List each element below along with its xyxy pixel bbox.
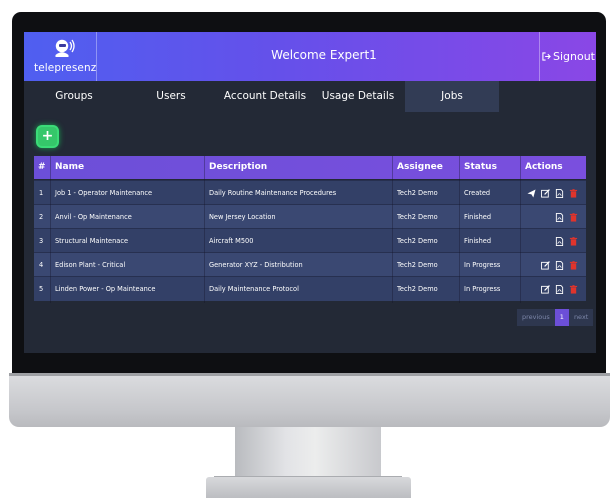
app-header: telepresenz Welcome Expert1 Signout [24, 32, 596, 81]
monitor-stand-base [206, 477, 411, 498]
job-assignee: Tech2 Demo [397, 237, 438, 245]
app-screen: telepresenz Welcome Expert1 Signout Grou… [24, 32, 596, 353]
job-status: Finished [464, 213, 492, 221]
trash-icon[interactable] [569, 236, 578, 246]
edit-icon[interactable] [541, 188, 550, 198]
table-row[interactable]: 3 Structural Maintenace Aircraft M500 Te… [34, 228, 586, 253]
row-number: 3 [39, 237, 44, 245]
column-header-description: Description [209, 162, 268, 172]
signout-button[interactable]: Signout [539, 32, 596, 81]
table-row[interactable]: 5 Linden Power - Op Mainteance Daily Mai… [34, 276, 586, 301]
column-divider [392, 156, 393, 303]
headset-logo-icon [55, 39, 75, 57]
job-assignee: Tech2 Demo [397, 261, 438, 269]
table-row[interactable]: 1 Job 1 - Operator Maintenance Daily Rou… [34, 180, 586, 205]
column-header-name: Name [55, 162, 85, 172]
tab-groups[interactable]: Groups [34, 81, 114, 112]
row-actions [518, 253, 586, 277]
pagination-previous[interactable]: previous [517, 309, 555, 326]
tab-account-details[interactable]: Account Details [220, 81, 310, 112]
monitor-stand-neck [235, 427, 381, 477]
pagination: previous 1 next [517, 309, 594, 326]
edit-icon[interactable] [541, 260, 550, 270]
job-status: In Progress [464, 261, 501, 269]
signout-icon [542, 52, 551, 61]
signout-label: Signout [552, 50, 595, 63]
pdf-icon[interactable] [555, 188, 564, 198]
welcome-message: Welcome Expert1 [271, 48, 377, 62]
job-description: Aircraft M500 [209, 237, 254, 245]
job-description: New Jersey Location [209, 213, 276, 221]
job-assignee: Tech2 Demo [397, 285, 438, 293]
row-actions [518, 277, 586, 301]
trash-icon[interactable] [569, 284, 578, 294]
trash-icon[interactable] [569, 212, 578, 222]
job-name: Linden Power - Op Mainteance [55, 285, 156, 293]
job-name: Edison Plant - Critical [55, 261, 126, 269]
main-tabs: Groups Users Account Details Usage Detai… [24, 81, 596, 112]
pagination-page-1[interactable]: 1 [554, 309, 569, 326]
edit-icon[interactable] [541, 284, 550, 294]
job-status: Finished [464, 237, 492, 245]
column-divider [204, 156, 205, 303]
column-header-assignee: Assignee [397, 162, 443, 172]
pdf-icon[interactable] [555, 284, 564, 294]
job-description: Daily Routine Maintenance Procedures [209, 189, 337, 197]
column-header-status: Status [464, 162, 497, 172]
column-divider [459, 156, 460, 303]
logo-text: telepresenz [34, 62, 97, 74]
column-header-actions: Actions [525, 162, 563, 172]
pdf-icon[interactable] [555, 236, 564, 246]
tab-users[interactable]: Users [131, 81, 211, 112]
job-status: Created [464, 189, 491, 197]
send-icon[interactable] [527, 188, 536, 198]
app-logo[interactable]: telepresenz [28, 32, 97, 81]
job-name: Structural Maintenace [55, 237, 129, 245]
job-description: Generator XYZ - Distribution [209, 261, 303, 269]
pdf-icon[interactable] [555, 212, 564, 222]
monitor-chin-edge [9, 373, 610, 376]
job-status: In Progress [464, 285, 501, 293]
table-row[interactable]: 2 Anvil - Op Maintenance New Jersey Loca… [34, 204, 586, 229]
pdf-icon[interactable] [555, 260, 564, 270]
job-name: Job 1 - Operator Maintenance [55, 189, 153, 197]
row-number: 2 [39, 213, 44, 221]
job-assignee: Tech2 Demo [397, 213, 438, 221]
job-description: Daily Maintenance Protocol [209, 285, 299, 293]
trash-icon[interactable] [569, 260, 578, 270]
row-number: 4 [39, 261, 44, 269]
row-actions [518, 229, 586, 253]
column-header-number: # [38, 162, 46, 172]
tab-jobs[interactable]: Jobs [405, 81, 499, 112]
monitor-chin [9, 373, 610, 427]
column-divider [50, 156, 51, 303]
pagination-next[interactable]: next [568, 309, 594, 326]
column-divider [520, 156, 521, 303]
plus-icon: + [41, 128, 54, 144]
table-header: # Name Description Assignee Status Actio… [34, 156, 586, 179]
row-actions [518, 205, 586, 229]
tab-usage-details[interactable]: Usage Details [314, 81, 402, 112]
row-number: 5 [39, 285, 44, 293]
job-name: Anvil - Op Maintenance [55, 213, 132, 221]
row-actions [518, 181, 586, 205]
job-assignee: Tech2 Demo [397, 189, 438, 197]
table-row[interactable]: 4 Edison Plant - Critical Generator XYZ … [34, 252, 586, 277]
row-number: 1 [39, 189, 44, 197]
trash-icon[interactable] [569, 188, 578, 198]
add-job-button[interactable]: + [38, 127, 57, 146]
